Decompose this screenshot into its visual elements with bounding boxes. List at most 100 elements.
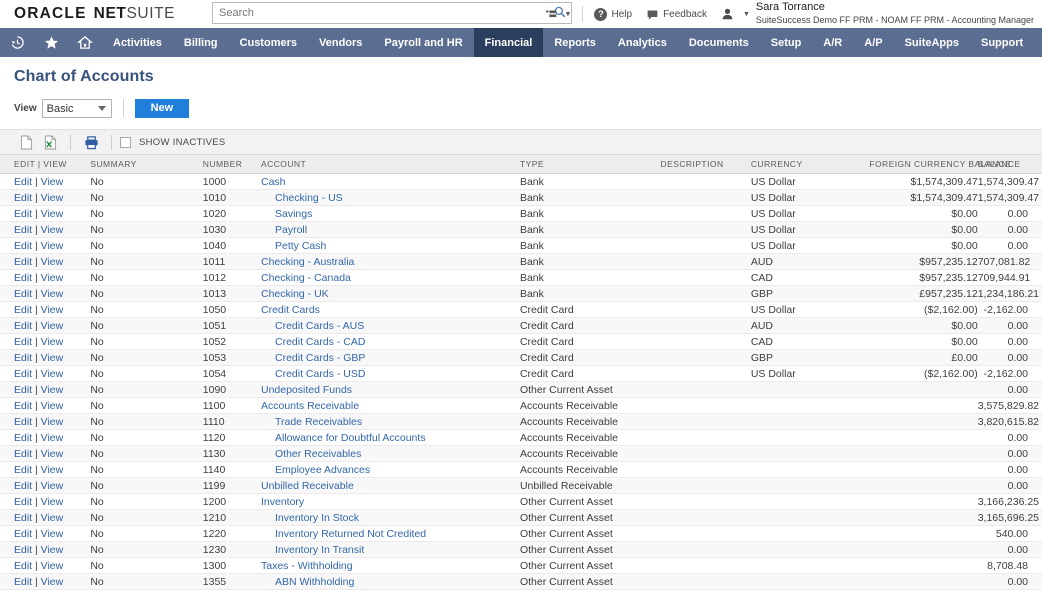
view-link[interactable]: View (41, 432, 64, 444)
view-link[interactable]: View (41, 544, 64, 556)
edit-link[interactable]: Edit (14, 592, 32, 594)
account-link[interactable]: Petty Cash (261, 240, 326, 252)
edit-link[interactable]: Edit (14, 352, 32, 364)
new-button[interactable]: New (135, 99, 190, 118)
account-link[interactable]: Trade Receivables (261, 416, 362, 428)
table-row[interactable]: Edit | ViewNo1013Checking - UKBankGBP£95… (0, 286, 1042, 302)
nav-item-support[interactable]: Support (970, 28, 1034, 57)
column-header-description[interactable]: DESCRIPTION (661, 155, 751, 174)
column-header-edit-view[interactable]: EDIT | VIEW (0, 155, 90, 174)
nav-item-payroll-and-hr[interactable]: Payroll and HR (373, 28, 473, 57)
show-inactives-checkbox[interactable] (120, 137, 131, 148)
export-csv-icon[interactable] (14, 131, 38, 153)
account-link[interactable]: Payroll (261, 224, 307, 236)
view-link[interactable]: View (41, 368, 64, 380)
column-header-number[interactable]: NUMBER (203, 155, 261, 174)
view-link[interactable]: View (41, 416, 64, 428)
edit-link[interactable]: Edit (14, 192, 32, 204)
view-link[interactable]: View (41, 192, 64, 204)
account-link[interactable]: Credit Cards - USD (261, 368, 365, 380)
account-link[interactable]: Accounts Receivable (261, 400, 359, 412)
nav-item-suiteapps[interactable]: SuiteApps (894, 28, 970, 57)
nav-item-analytics[interactable]: Analytics (607, 28, 678, 57)
print-icon[interactable] (79, 131, 103, 153)
account-link[interactable]: Undeposited Funds (261, 384, 352, 396)
view-link[interactable]: View (41, 224, 64, 236)
table-row[interactable]: Edit | ViewNo1120Allowance for Doubtful … (0, 430, 1042, 446)
table-row[interactable]: Edit | ViewNo1000CashBankUS Dollar$1,574… (0, 174, 1042, 190)
account-link[interactable]: Savings (261, 208, 312, 220)
account-link[interactable]: Inventory (261, 496, 304, 508)
table-row[interactable]: Edit | ViewNo1210Inventory In StockOther… (0, 510, 1042, 526)
edit-link[interactable]: Edit (14, 432, 32, 444)
nav-item-documents[interactable]: Documents (678, 28, 760, 57)
nav-item-ar[interactable]: A/R (812, 28, 853, 57)
view-link[interactable]: View (41, 352, 64, 364)
view-link[interactable]: View (41, 320, 64, 332)
view-link[interactable]: View (41, 400, 64, 412)
edit-link[interactable]: Edit (14, 384, 32, 396)
view-link[interactable]: View (41, 496, 64, 508)
table-row[interactable]: Edit | ViewNo1130Other ReceivablesAccoun… (0, 446, 1042, 462)
quick-add-button[interactable]: ▼ (538, 0, 579, 28)
table-row[interactable]: Edit | ViewNo1220Inventory Returned Not … (0, 526, 1042, 542)
table-row[interactable]: Edit | ViewNo1355ABN WithholdingOther Cu… (0, 574, 1042, 590)
recent-records-icon[interactable] (0, 28, 34, 57)
edit-link[interactable]: Edit (14, 288, 32, 300)
view-link[interactable]: View (41, 304, 64, 316)
nav-item-financial[interactable]: Financial (474, 28, 544, 57)
edit-link[interactable]: Edit (14, 320, 32, 332)
column-header-foreign-currency-balance[interactable]: FOREIGN CURRENCY BALANCE (869, 155, 977, 174)
column-header-summary[interactable]: SUMMARY (90, 155, 202, 174)
view-link[interactable]: View (41, 256, 64, 268)
table-row[interactable]: Edit | ViewNo1230Inventory In TransitOth… (0, 542, 1042, 558)
table-row[interactable]: Edit | ViewNo1199Unbilled ReceivableUnbi… (0, 478, 1042, 494)
view-link[interactable]: View (41, 208, 64, 220)
account-link[interactable]: Inventory In Transit (261, 544, 364, 556)
table-row[interactable]: Edit | ViewNo1200InventoryOther Current … (0, 494, 1042, 510)
account-link[interactable]: Other Receivables (261, 448, 361, 460)
edit-link[interactable]: Edit (14, 480, 32, 492)
nav-item-vendors[interactable]: Vendors (308, 28, 373, 57)
edit-link[interactable]: Edit (14, 176, 32, 188)
table-row[interactable]: Edit | ViewNo1300Taxes - WithholdingOthe… (0, 558, 1042, 574)
table-row[interactable]: Edit | ViewNo1011Checking - AustraliaBan… (0, 254, 1042, 270)
table-row[interactable]: Edit | ViewNo1052Credit Cards - CADCredi… (0, 334, 1042, 350)
table-row[interactable]: Edit | ViewNo1100Accounts ReceivableAcco… (0, 398, 1042, 414)
edit-link[interactable]: Edit (14, 224, 32, 236)
account-link[interactable]: Credit Cards - CAD (261, 336, 365, 348)
view-link[interactable]: View (41, 384, 64, 396)
edit-link[interactable]: Edit (14, 368, 32, 380)
nav-item-billing[interactable]: Billing (173, 28, 229, 57)
edit-link[interactable]: Edit (14, 416, 32, 428)
account-link[interactable]: Credit Cards - AUS (261, 320, 364, 332)
edit-link[interactable]: Edit (14, 208, 32, 220)
edit-link[interactable]: Edit (14, 576, 32, 588)
edit-link[interactable]: Edit (14, 544, 32, 556)
account-link[interactable]: ABN Withholding (261, 576, 354, 588)
edit-link[interactable]: Edit (14, 528, 32, 540)
account-link[interactable]: Unbilled Receivable (261, 480, 354, 492)
nav-item-ap[interactable]: A/P (853, 28, 893, 57)
column-header-balance[interactable]: BALANCE (978, 155, 1042, 174)
table-row[interactable]: Edit | ViewNo1010Checking - USBankUS Dol… (0, 190, 1042, 206)
table-row[interactable]: Edit | ViewNo1090Undeposited FundsOther … (0, 382, 1042, 398)
view-link[interactable]: View (41, 448, 64, 460)
account-link[interactable]: Inventory In Stock (261, 512, 359, 524)
edit-link[interactable]: Edit (14, 496, 32, 508)
nav-item-activities[interactable]: Activities (102, 28, 173, 57)
edit-link[interactable]: Edit (14, 560, 32, 572)
home-icon[interactable] (68, 28, 102, 57)
view-link[interactable]: View (41, 592, 64, 594)
column-header-type[interactable]: TYPE (520, 155, 661, 174)
account-link[interactable]: Checking - Canada (261, 272, 351, 284)
table-row[interactable]: Edit | ViewNo1361GST PaidOther Current A… (0, 590, 1042, 594)
view-link[interactable]: View (41, 528, 64, 540)
view-link[interactable]: View (41, 576, 64, 588)
edit-link[interactable]: Edit (14, 256, 32, 268)
view-link[interactable]: View (41, 336, 64, 348)
view-link[interactable]: View (41, 560, 64, 572)
table-row[interactable]: Edit | ViewNo1020SavingsBankUS Dollar$0.… (0, 206, 1042, 222)
account-link[interactable]: Cash (261, 176, 286, 188)
view-select[interactable]: Basic (42, 99, 112, 118)
